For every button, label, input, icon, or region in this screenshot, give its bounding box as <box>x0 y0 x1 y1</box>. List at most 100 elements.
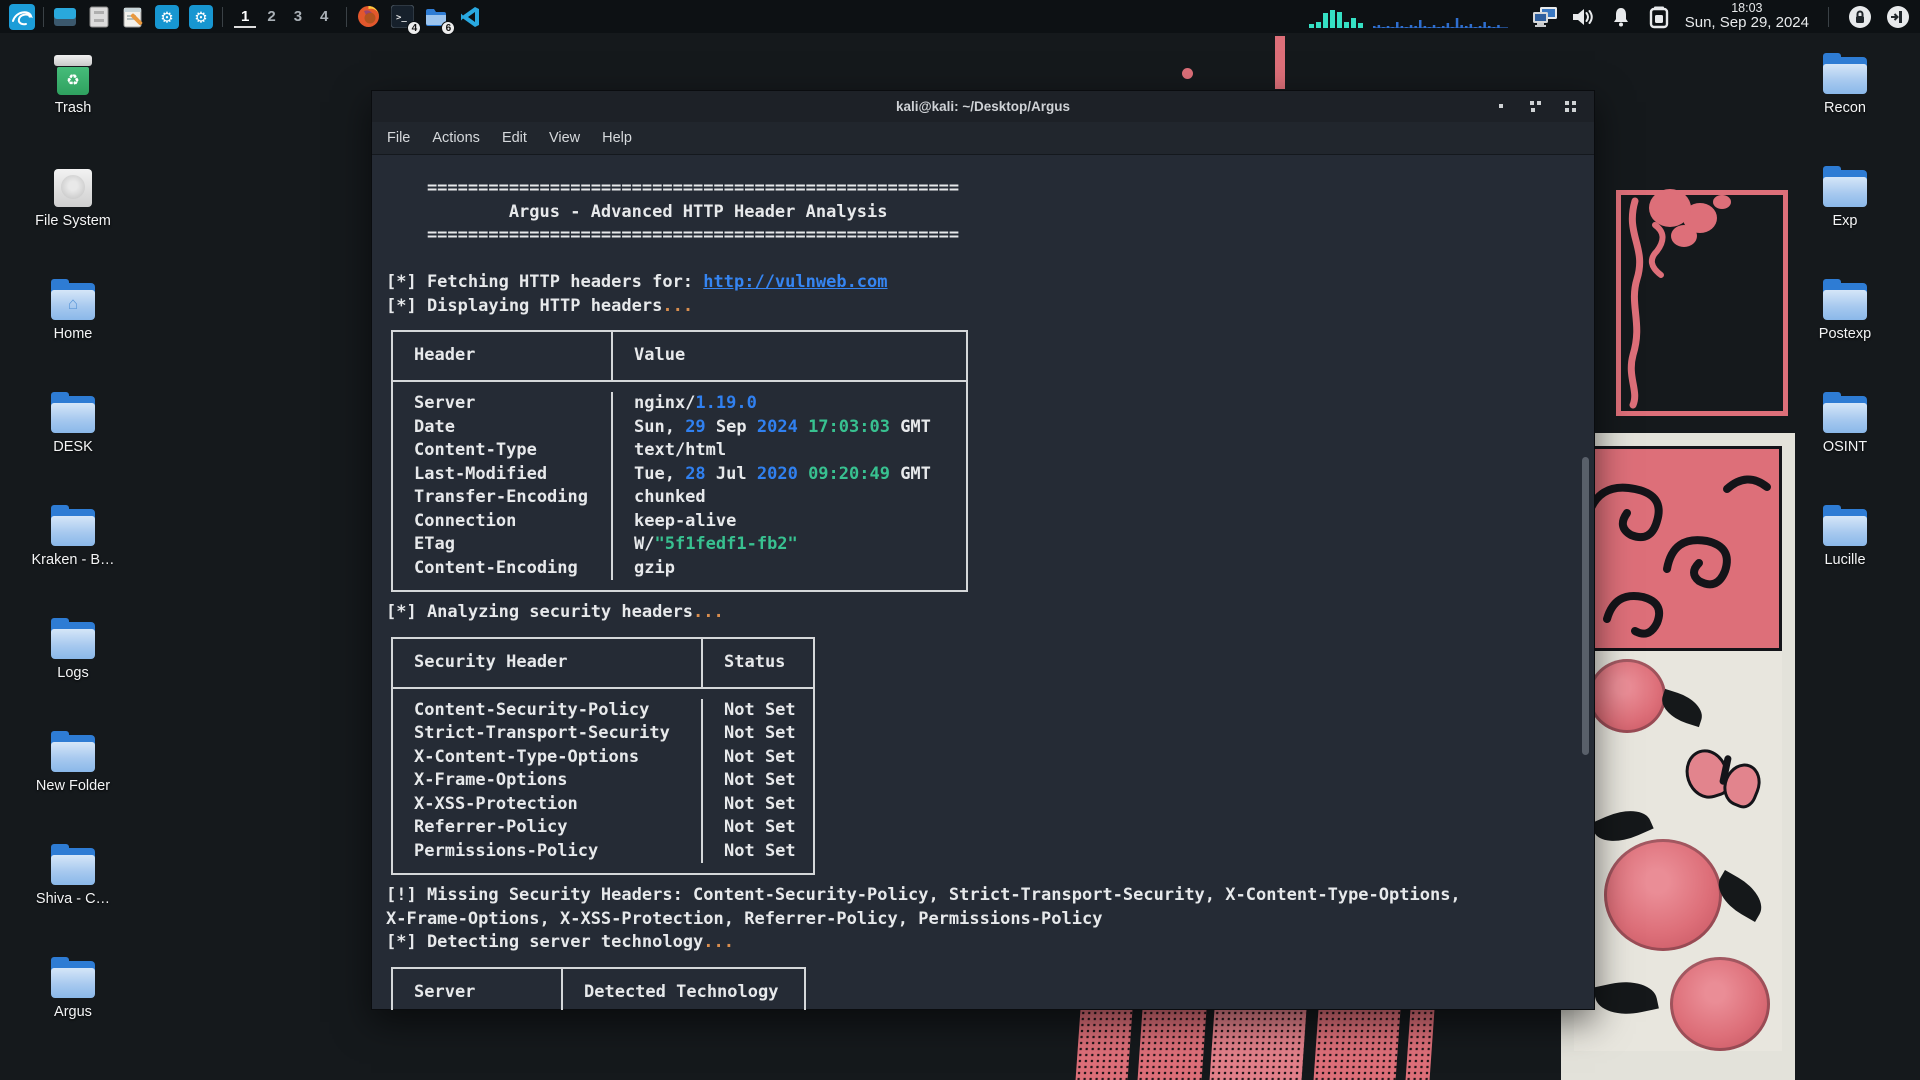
window-manager-icon[interactable] <box>51 3 79 31</box>
vulnweb-link[interactable]: http://vulnweb.com <box>703 272 887 292</box>
maximize-button[interactable] <box>1529 100 1543 114</box>
table-cell: Last-Modified <box>393 463 611 487</box>
workspace-2[interactable]: 2 <box>260 6 282 28</box>
desktop-icon-desk[interactable]: DESK <box>32 394 114 458</box>
desktop-icon-logs[interactable]: Logs <box>32 620 114 684</box>
desktop-icon-postexp[interactable]: Postexp <box>1804 281 1886 345</box>
table-header-row: ServerDetected Technology <box>393 969 804 1011</box>
desktop-icon-label: Kraken - B… <box>32 552 115 568</box>
workspace-1[interactable]: 1 <box>234 6 256 28</box>
clock-date: Sun, Sep 29, 2024 <box>1685 15 1809 31</box>
desktop-icon-trash[interactable]: ♻Trash <box>32 55 114 119</box>
settings-gear-icon[interactable]: ⚙ <box>153 3 181 31</box>
terminal-text-segment: [*] Analyzing security headers <box>386 602 693 622</box>
desktop-right-icon-column: Recon Exp Postexp OSINT Lucille <box>1804 55 1886 620</box>
table-body: Content-Security-PolicyNot SetStrict-Tra… <box>393 689 813 874</box>
desktop-icon-exp[interactable]: Exp <box>1804 168 1886 232</box>
desktop-icon-file-system[interactable]: File System <box>32 168 114 232</box>
close-button[interactable] <box>1564 100 1578 114</box>
window-titlebar[interactable]: kali@kali: ~/Desktop/Argus <box>372 91 1594 122</box>
terminal-text-segment: Permissions-Policy <box>414 841 598 861</box>
terminal-line: ========================================… <box>386 224 1594 248</box>
table-cell: Permissions-Policy <box>393 840 701 864</box>
terminal-text-segment: Connection <box>414 511 516 531</box>
folder-front <box>51 855 95 885</box>
desktop-icon-argus[interactable]: Argus <box>32 959 114 1023</box>
workspace-3[interactable]: 3 <box>287 6 309 28</box>
terminal-text-segment: ========================================… <box>386 225 959 245</box>
terminal-text-segment: X-Frame-Options <box>414 770 568 790</box>
terminal-text-segment: 1.19.0 <box>695 393 756 413</box>
terminal-text-segment: 09:20:49 <box>808 464 890 484</box>
notifications-bell-icon[interactable] <box>1607 3 1635 31</box>
terminal-app-icon[interactable]: >_4 <box>388 3 416 31</box>
table-row: Content-Typetext/html <box>393 439 966 463</box>
desktop-icon-lucille[interactable]: Lucille <box>1804 507 1886 571</box>
minimize-button[interactable] <box>1494 100 1508 114</box>
code-editor-icon[interactable] <box>456 3 484 31</box>
table-cell: Not Set <box>701 816 813 840</box>
table-cell: Content-Security-Policy <box>393 699 701 723</box>
desktop-icon-recon[interactable]: Recon <box>1804 55 1886 119</box>
terminal-text-segment: gzip <box>634 558 675 578</box>
desktop-icon-home[interactable]: ⌂Home <box>32 281 114 345</box>
menu-edit[interactable]: Edit <box>502 130 527 146</box>
terminal-text-segment: 17:03:03 <box>808 417 890 437</box>
background-artwork-card <box>1561 433 1795 1080</box>
terminal-scrollbar-thumb[interactable] <box>1582 457 1589 755</box>
folder-front <box>1823 403 1867 433</box>
menu-view[interactable]: View <box>549 130 580 146</box>
home-symbol-icon: ⌂ <box>50 294 96 314</box>
app-badge: 4 <box>407 21 421 35</box>
table-cell: Sun, 29 Sep 2024 17:03:03 GMT <box>611 416 966 440</box>
file-manager-icon[interactable]: 6 <box>422 3 450 31</box>
notes-icon[interactable] <box>119 3 147 31</box>
terminal-text-segment: Not Set <box>724 747 796 767</box>
settings-gear-icon-2[interactable]: ⚙ <box>187 3 215 31</box>
panel-separator <box>222 7 223 27</box>
menu-actions[interactable]: Actions <box>432 130 480 146</box>
terminal-line: ========================================… <box>386 177 1594 201</box>
desktop-icon-label: Trash <box>55 100 92 116</box>
terminal-text-segment: Sep <box>706 417 757 437</box>
card-rose-panel <box>1574 651 1782 1051</box>
desktop-icon-new-folder[interactable]: New Folder <box>32 733 114 797</box>
workspace-4[interactable]: 4 <box>313 6 335 28</box>
battery-icon[interactable] <box>1645 3 1673 31</box>
system-monitor-graph-icon[interactable] <box>1309 4 1521 30</box>
server-technology-table: ServerDetected Technology <box>391 967 806 1011</box>
folder-icon <box>1822 507 1868 547</box>
terminal-line: [*] Displaying HTTP headers... <box>386 295 1594 319</box>
kali-menu-icon[interactable] <box>8 3 36 31</box>
terminal-text-segment: GMT <box>890 464 931 484</box>
lock-screen-icon[interactable] <box>1846 3 1874 31</box>
terminal-text-segment <box>798 464 808 484</box>
terminal-text-segment: Last-Modified <box>414 464 547 484</box>
volume-icon[interactable] <box>1569 3 1597 31</box>
terminal-text-segment: W/ <box>634 534 654 554</box>
table-row: Strict-Transport-SecurityNot Set <box>393 722 813 746</box>
panel-clock[interactable]: 18:03 Sun, Sep 29, 2024 <box>1683 2 1811 31</box>
table-header-cell: Server <box>393 969 561 1011</box>
desktop-icon-shiva-c[interactable]: Shiva - C… <box>32 846 114 910</box>
file-cabinet-icon[interactable] <box>85 3 113 31</box>
desktop-icon-osint[interactable]: OSINT <box>1804 394 1886 458</box>
table-row: Connection keep-alive <box>393 510 966 534</box>
desktop-icon-kraken-b[interactable]: Kraken - B… <box>32 507 114 571</box>
terminal-text-segment: Not Set <box>724 794 796 814</box>
menu-file[interactable]: File <box>387 130 410 146</box>
display-icon[interactable] <box>1531 3 1559 31</box>
table-cell: Server <box>393 392 611 416</box>
menu-help[interactable]: Help <box>602 130 632 146</box>
terminal-output[interactable]: ========================================… <box>372 155 1594 1010</box>
terminal-line: Argus - Advanced HTTP Header Analysis <box>386 201 1594 225</box>
firefox-icon[interactable] <box>354 3 382 31</box>
background-vine-swirls <box>1621 195 1781 409</box>
terminal-text-segment: [!] Missing Security Headers: Content-Se… <box>386 885 1461 905</box>
window-menubar: File Actions Edit View Help <box>372 122 1594 155</box>
trash-lid <box>54 55 92 66</box>
folder-front <box>51 403 95 433</box>
terminal-text-segment: Server <box>414 393 475 413</box>
logout-icon[interactable] <box>1884 3 1912 31</box>
table-cell: keep-alive <box>611 510 966 534</box>
